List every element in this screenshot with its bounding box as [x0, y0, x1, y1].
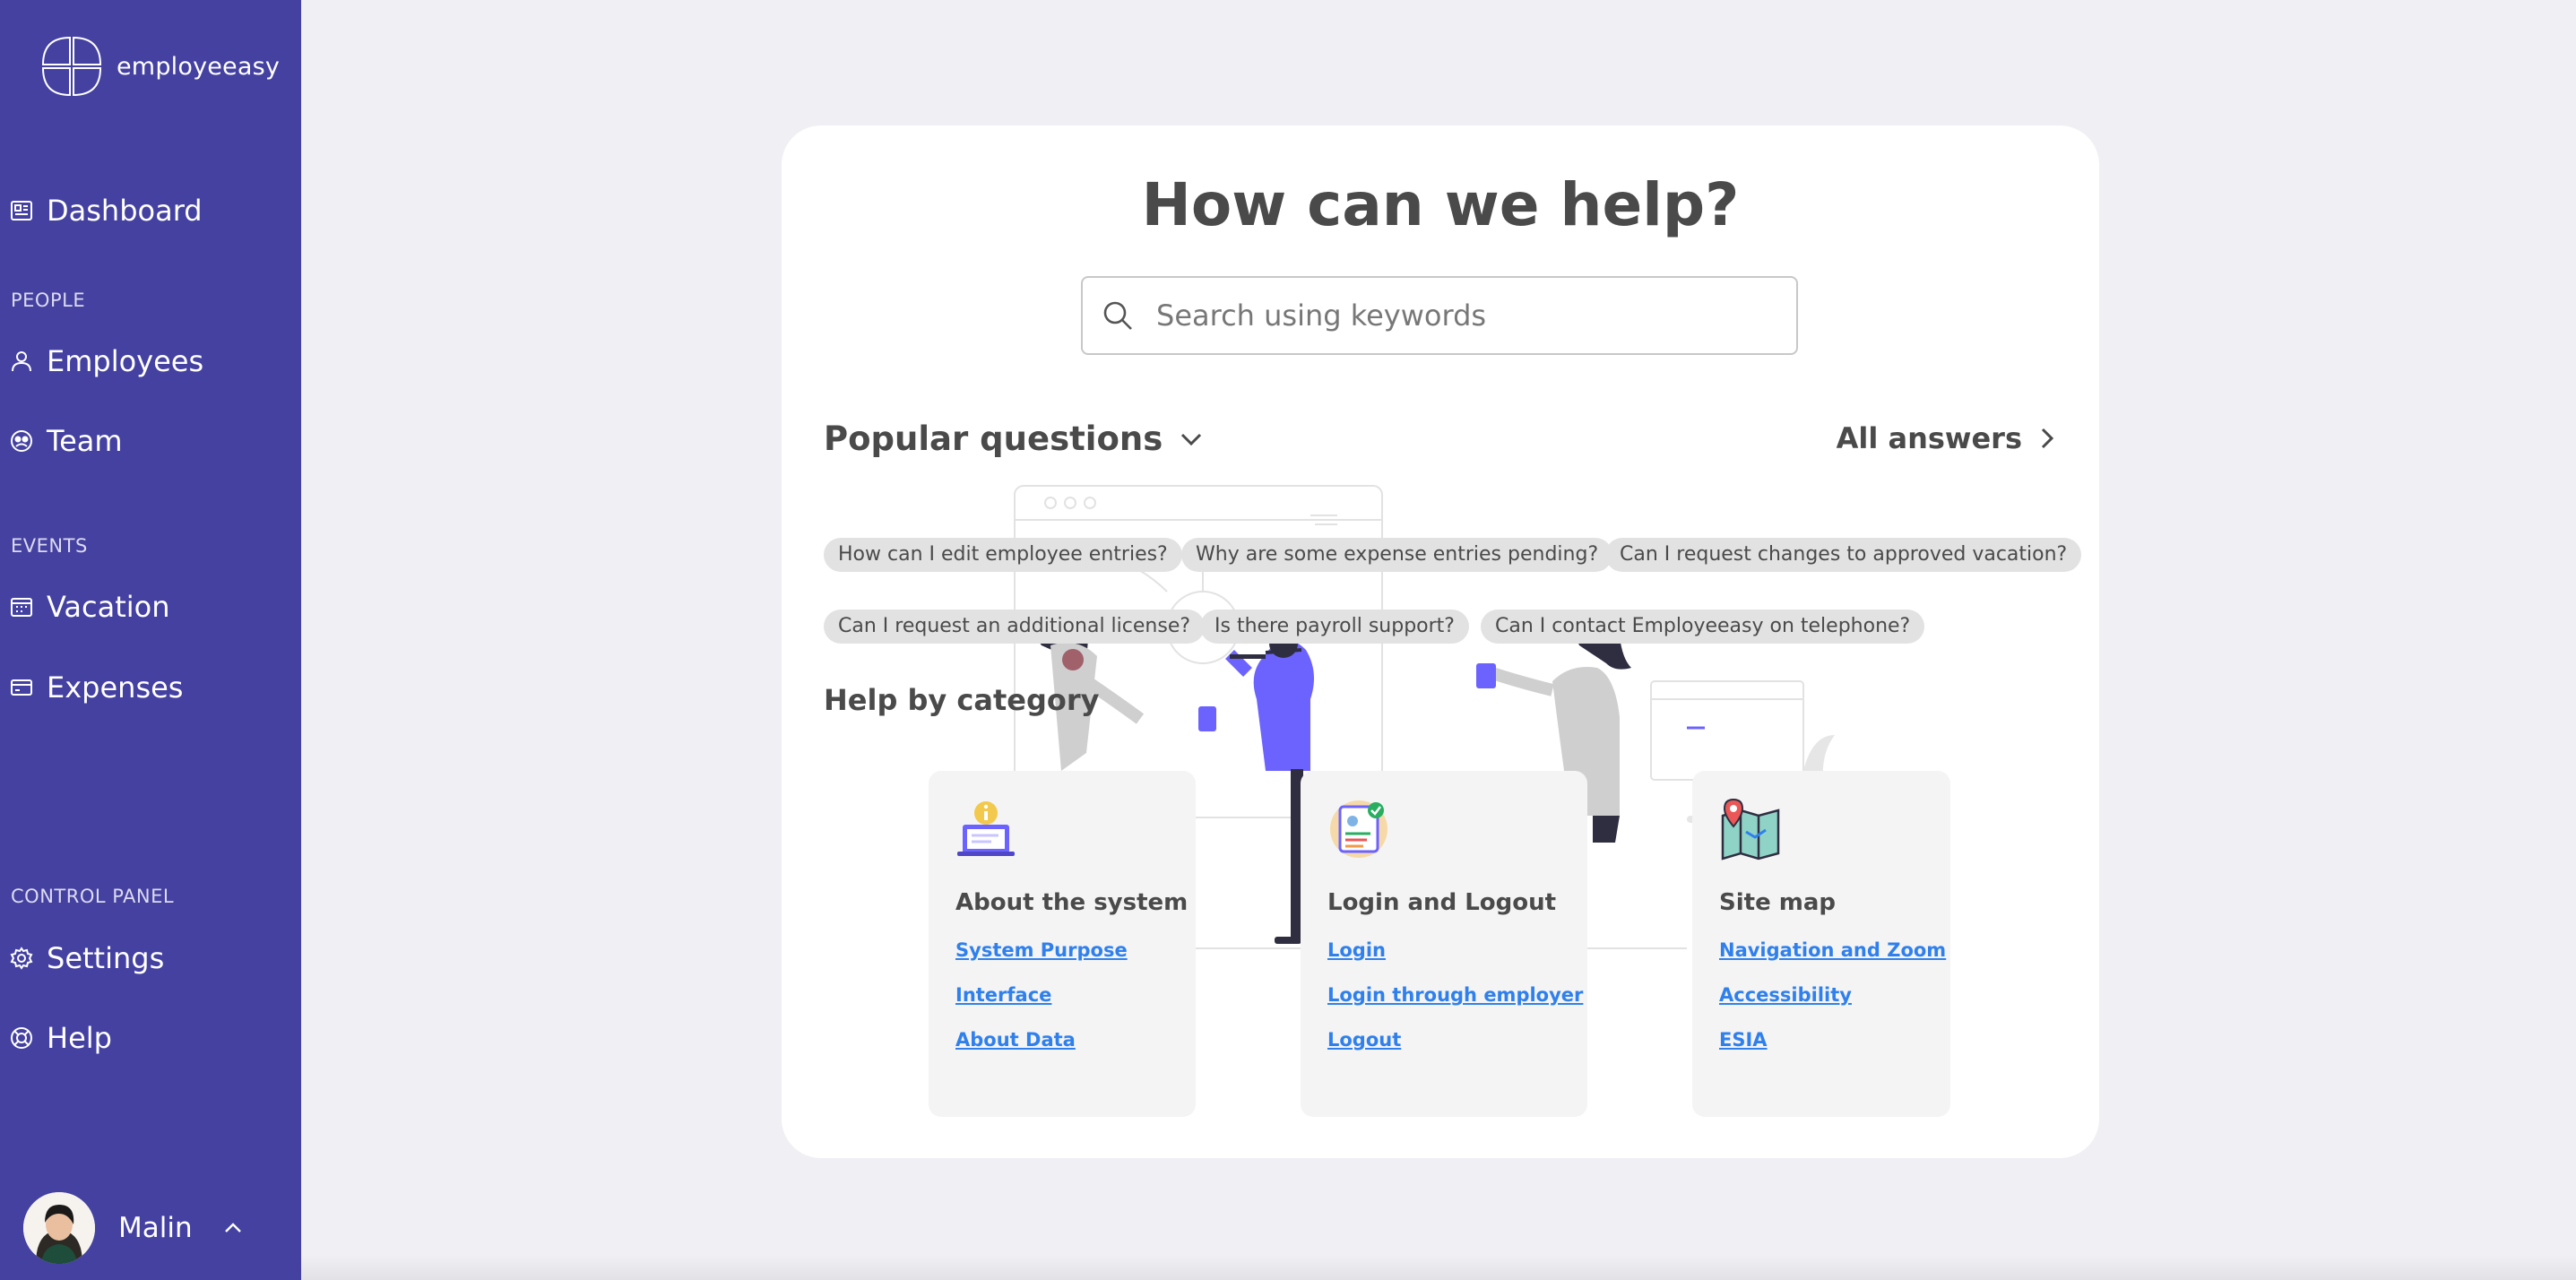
- category-link[interactable]: Interface: [955, 984, 1196, 1006]
- app-name: employeeasy: [117, 52, 281, 81]
- sidebar-item-settings[interactable]: Settings: [9, 941, 164, 975]
- category-title: Login and Logout: [1327, 889, 1557, 916]
- category-card-sitemap: Site map Navigation and Zoom Accessibili…: [1692, 771, 1950, 1117]
- sidebar-item-label: Help: [47, 1021, 112, 1055]
- bottom-shadow: [301, 1255, 2576, 1280]
- gear-icon: [10, 947, 33, 970]
- laptop-info-icon: [957, 801, 1015, 856]
- category-link[interactable]: System Purpose: [955, 939, 1196, 961]
- search-icon: [1103, 301, 1132, 330]
- page-title: How can we help?: [1141, 170, 1740, 239]
- sidebar-item-label: Expenses: [47, 670, 184, 705]
- chevron-down-icon: [1181, 433, 1202, 445]
- search-box[interactable]: [1081, 276, 1798, 355]
- lifebuoy-icon: [11, 1027, 32, 1049]
- category-link[interactable]: Login: [1327, 939, 1587, 961]
- question-chip[interactable]: Why are some expense entries pending?: [1181, 538, 1613, 572]
- category-title: Site map: [1719, 889, 1836, 916]
- all-answers-link[interactable]: All answers: [1837, 421, 2054, 455]
- category-link[interactable]: About Data: [955, 1029, 1196, 1051]
- section-label-events: EVENTS: [11, 535, 88, 557]
- search-input[interactable]: [1156, 298, 1766, 333]
- sidebar-item-label: Settings: [47, 941, 165, 975]
- dashboard-icon: [11, 201, 32, 221]
- category-card-about: About the system System Purpose Interfac…: [929, 771, 1196, 1117]
- user-menu[interactable]: Malin: [23, 1192, 243, 1264]
- category-link[interactable]: Logout: [1327, 1029, 1587, 1051]
- question-chip[interactable]: Can I request an additional license?: [824, 610, 1206, 644]
- sidebar-item-team[interactable]: Team: [9, 424, 123, 458]
- person-icon: [12, 351, 31, 372]
- category-link[interactable]: Login through employer: [1327, 984, 1587, 1006]
- all-answers-label: All answers: [1836, 421, 2022, 455]
- question-chip[interactable]: Can I request changes to approved vacati…: [1605, 538, 2082, 572]
- butterfly-logo-icon: [41, 36, 102, 97]
- sidebar-item-vacation[interactable]: Vacation: [9, 590, 170, 624]
- credit-card-icon: [11, 679, 32, 696]
- popular-questions-toggle[interactable]: Popular questions: [824, 419, 1204, 458]
- user-name: Malin: [118, 1212, 193, 1244]
- id-card-check-icon: [1330, 800, 1387, 858]
- category-title: About the system: [955, 889, 1189, 916]
- category-section-title: Help by category: [824, 683, 1100, 717]
- category-link[interactable]: ESIA: [1719, 1029, 1950, 1051]
- sidebar-item-employees[interactable]: Employees: [9, 344, 203, 378]
- section-label-people: PEOPLE: [11, 290, 86, 311]
- team-icon: [11, 430, 32, 452]
- chevron-right-icon: [2041, 428, 2054, 449]
- sidebar: employeeasy Dashboard PEOPLE Employees T…: [0, 0, 301, 1280]
- question-chip[interactable]: Can I contact Employeeasy on telephone?: [1481, 610, 1925, 644]
- sidebar-item-dashboard[interactable]: Dashboard: [9, 194, 203, 228]
- calendar-icon: [11, 598, 32, 617]
- category-link[interactable]: Accessibility: [1719, 984, 1950, 1006]
- sidebar-item-expenses[interactable]: Expenses: [9, 670, 183, 705]
- question-chip[interactable]: Is there payroll support?: [1200, 610, 1469, 644]
- map-pin-icon: [1721, 798, 1780, 861]
- app-logo[interactable]: employeeasy: [39, 34, 280, 99]
- sidebar-item-label: Vacation: [47, 590, 170, 624]
- question-chip[interactable]: How can I edit employee entries?: [824, 538, 1182, 572]
- sidebar-item-label: Team: [47, 424, 123, 458]
- category-link[interactable]: Navigation and Zoom: [1719, 939, 1950, 961]
- chevron-up-icon: [224, 1223, 241, 1232]
- help-card: How can we help? Popular questions All a…: [782, 125, 2099, 1158]
- section-label-control-panel: CONTROL PANEL: [11, 886, 175, 907]
- sidebar-item-label: Employees: [47, 344, 204, 378]
- sidebar-item-label: Dashboard: [47, 194, 203, 228]
- sidebar-item-help[interactable]: Help: [9, 1021, 112, 1055]
- category-card-login: Login and Logout Login Login through emp…: [1301, 771, 1587, 1117]
- avatar: [23, 1192, 95, 1264]
- popular-questions-title: Popular questions: [824, 419, 1163, 458]
